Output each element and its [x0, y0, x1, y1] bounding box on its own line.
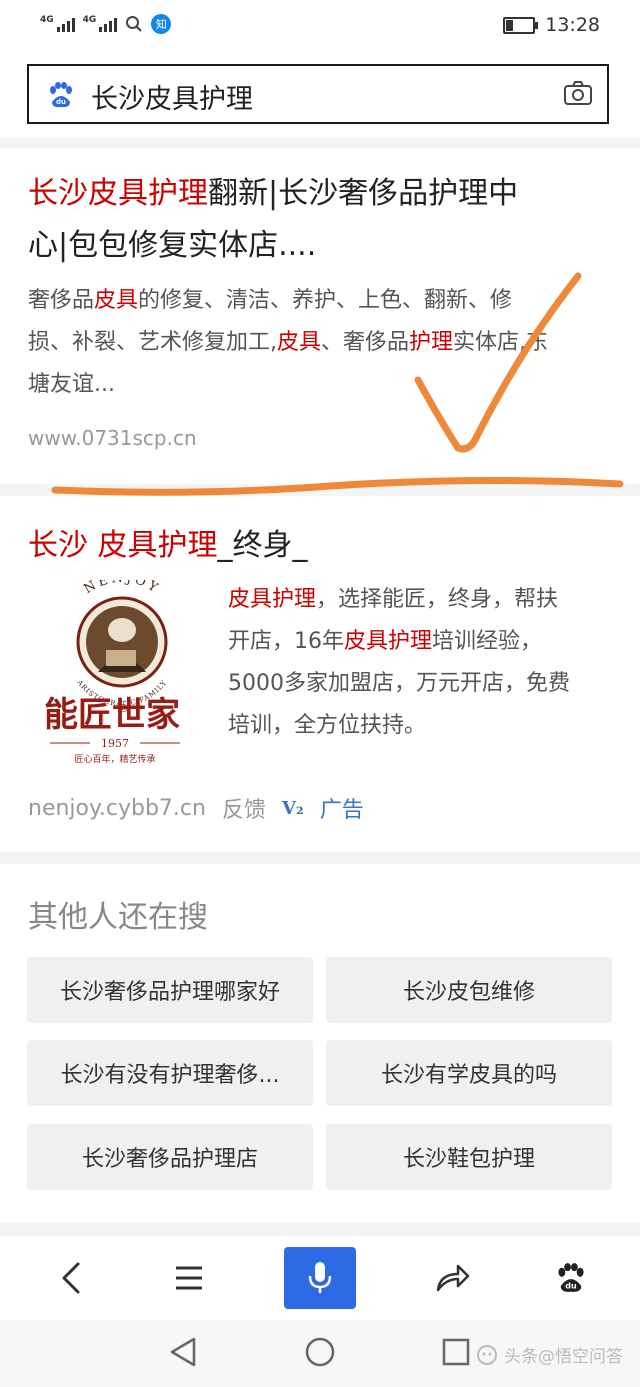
status-bar: 4G 4G 知 13:28	[0, 0, 640, 52]
back-icon[interactable]	[58, 1260, 86, 1296]
feedback-link[interactable]: 反馈	[222, 792, 266, 824]
snippet-text: 塘友谊...	[28, 372, 115, 397]
logo-name: 能匠世家	[44, 695, 180, 735]
battery-icon	[503, 16, 539, 34]
related-chip[interactable]: 长沙有没有护理奢侈...	[27, 1040, 313, 1106]
snippet-highlight: 皮具护理	[344, 629, 433, 654]
related-chip[interactable]: 长沙皮包维修	[326, 957, 612, 1023]
related-chip[interactable]: 长沙有学皮具的吗	[326, 1040, 612, 1106]
svg-text:NENJOY: NENJOY	[81, 580, 162, 597]
snippet-text: ，选择能匠，终身，帮扶	[316, 587, 559, 612]
share-icon[interactable]	[434, 1262, 470, 1294]
snippet-text: 的修复、清洁、养护、上色、翻新、修	[138, 288, 513, 313]
result-title[interactable]: 长沙皮具护理翻新|长沙奢侈品护理中 心|包包修复实体店....	[28, 168, 618, 272]
title-text: 翻新|长沙奢侈品护理中	[208, 176, 519, 211]
snippet-highlight: 护理	[409, 330, 454, 355]
snippet-text: 培训，全方位扶持。	[228, 713, 427, 738]
watermark-text: 头条@悟空问答	[504, 1347, 623, 1367]
result-url[interactable]: www.0731scp.cn	[28, 426, 197, 450]
related-chip[interactable]: 长沙鞋包护理	[326, 1124, 612, 1190]
baidu-home-icon[interactable]: du	[555, 1262, 587, 1294]
network-type-2: 4G	[82, 15, 97, 25]
search-icon	[126, 16, 143, 32]
signal-icon: 4G	[40, 16, 75, 32]
nav-recents-icon[interactable]	[442, 1338, 470, 1366]
search-input[interactable]	[89, 77, 533, 115]
related-searches: 其他人还在搜 长沙奢侈品护理哪家好 长沙皮包维修 长沙有没有护理奢侈... 长沙…	[0, 864, 640, 1222]
signal-icon: 4G	[83, 16, 118, 32]
snippet-text: 开店，16年	[228, 629, 344, 654]
logo-slogan: 匠心百年，精艺传承	[74, 753, 155, 765]
browser-toolbar: du	[0, 1236, 640, 1320]
nenjoy-logo: NENJOY ARISTOCRATIC FAMILY 能匠世家 ® 1957 匠…	[44, 571, 180, 765]
menu-icon[interactable]	[174, 1264, 204, 1292]
svg-text:du: du	[56, 98, 66, 106]
watermark: 头条@悟空问答	[476, 1342, 623, 1367]
snippet-text: 奢侈品	[28, 288, 95, 313]
result-description: 皮具护理，选择能匠，终身，帮扶 开店，16年皮具护理培训经验， 5000多家加盟…	[228, 579, 618, 747]
title-text-line2: 心|包包修复实体店....	[28, 228, 317, 263]
v2-badge: V₂	[281, 797, 304, 819]
snippet-highlight: 皮具	[94, 288, 139, 313]
search-header: du	[0, 52, 640, 138]
app-badge-label: 知	[155, 18, 167, 31]
title-highlight: 长沙皮具护理	[28, 176, 208, 211]
result-url[interactable]: nenjoy.cybb7.cn	[28, 796, 206, 821]
system-nav-bar: 头条@悟空问答	[0, 1320, 640, 1387]
clock: 13:28	[545, 14, 600, 36]
snippet-text: 5000多家加盟店，万元开店，免费	[228, 671, 570, 696]
logo-registered: ®	[118, 702, 129, 715]
result-title[interactable]: 长沙 皮具护理_终身_	[28, 520, 308, 572]
microphone-icon	[308, 1262, 332, 1293]
snippet-text: 损、补裂、艺术修复加工,	[28, 330, 277, 355]
camera-icon[interactable]	[563, 80, 593, 106]
nav-back-icon[interactable]	[168, 1336, 198, 1368]
title-text: _终身_	[217, 528, 308, 563]
snippet-text: 、奢侈品	[321, 330, 410, 355]
title-highlight: 长沙 皮具护理	[28, 528, 218, 563]
logo-year: 1957	[101, 737, 129, 750]
battery-level-fill	[506, 19, 514, 31]
snippet-highlight: 皮具	[277, 330, 322, 355]
network-type-1: 4G	[40, 15, 54, 25]
advertiser-logo-image[interactable]: NENJOY ARISTOCRATIC FAMILY 能匠世家 ® 1957 匠…	[28, 571, 213, 775]
voice-search-button[interactable]	[284, 1247, 356, 1309]
svg-text:du: du	[565, 1281, 577, 1290]
related-chip[interactable]: 长沙奢侈品护理店	[27, 1124, 313, 1190]
zhihu-app-icon: 知	[151, 14, 172, 34]
nav-home-icon[interactable]	[304, 1336, 336, 1368]
ad-label: 广告	[319, 798, 364, 823]
search-result-1[interactable]: 长沙皮具护理翻新|长沙奢侈品护理中 心|包包修复实体店.... 奢侈品皮具的修复…	[0, 148, 640, 484]
baidu-paw-icon: du	[50, 82, 72, 108]
result-meta: nenjoy.cybb7.cn 反馈 V₂ 广告	[28, 792, 364, 824]
search-box[interactable]: du	[27, 64, 609, 124]
related-chip[interactable]: 长沙奢侈品护理哪家好	[27, 957, 313, 1023]
logo-brand-text: NENJOY	[81, 571, 159, 597]
snippet-highlight: 皮具护理	[228, 587, 317, 612]
snippet-text: 实体店,东	[453, 330, 549, 355]
wukong-watermark-icon	[477, 1344, 497, 1365]
result-snippet: 奢侈品皮具的修复、清洁、养护、上色、翻新、修 损、补裂、艺术修复加工,皮具、奢侈…	[28, 280, 618, 406]
snippet-text: 培训经验，	[432, 629, 543, 654]
related-heading: 其他人还在搜	[28, 900, 208, 935]
